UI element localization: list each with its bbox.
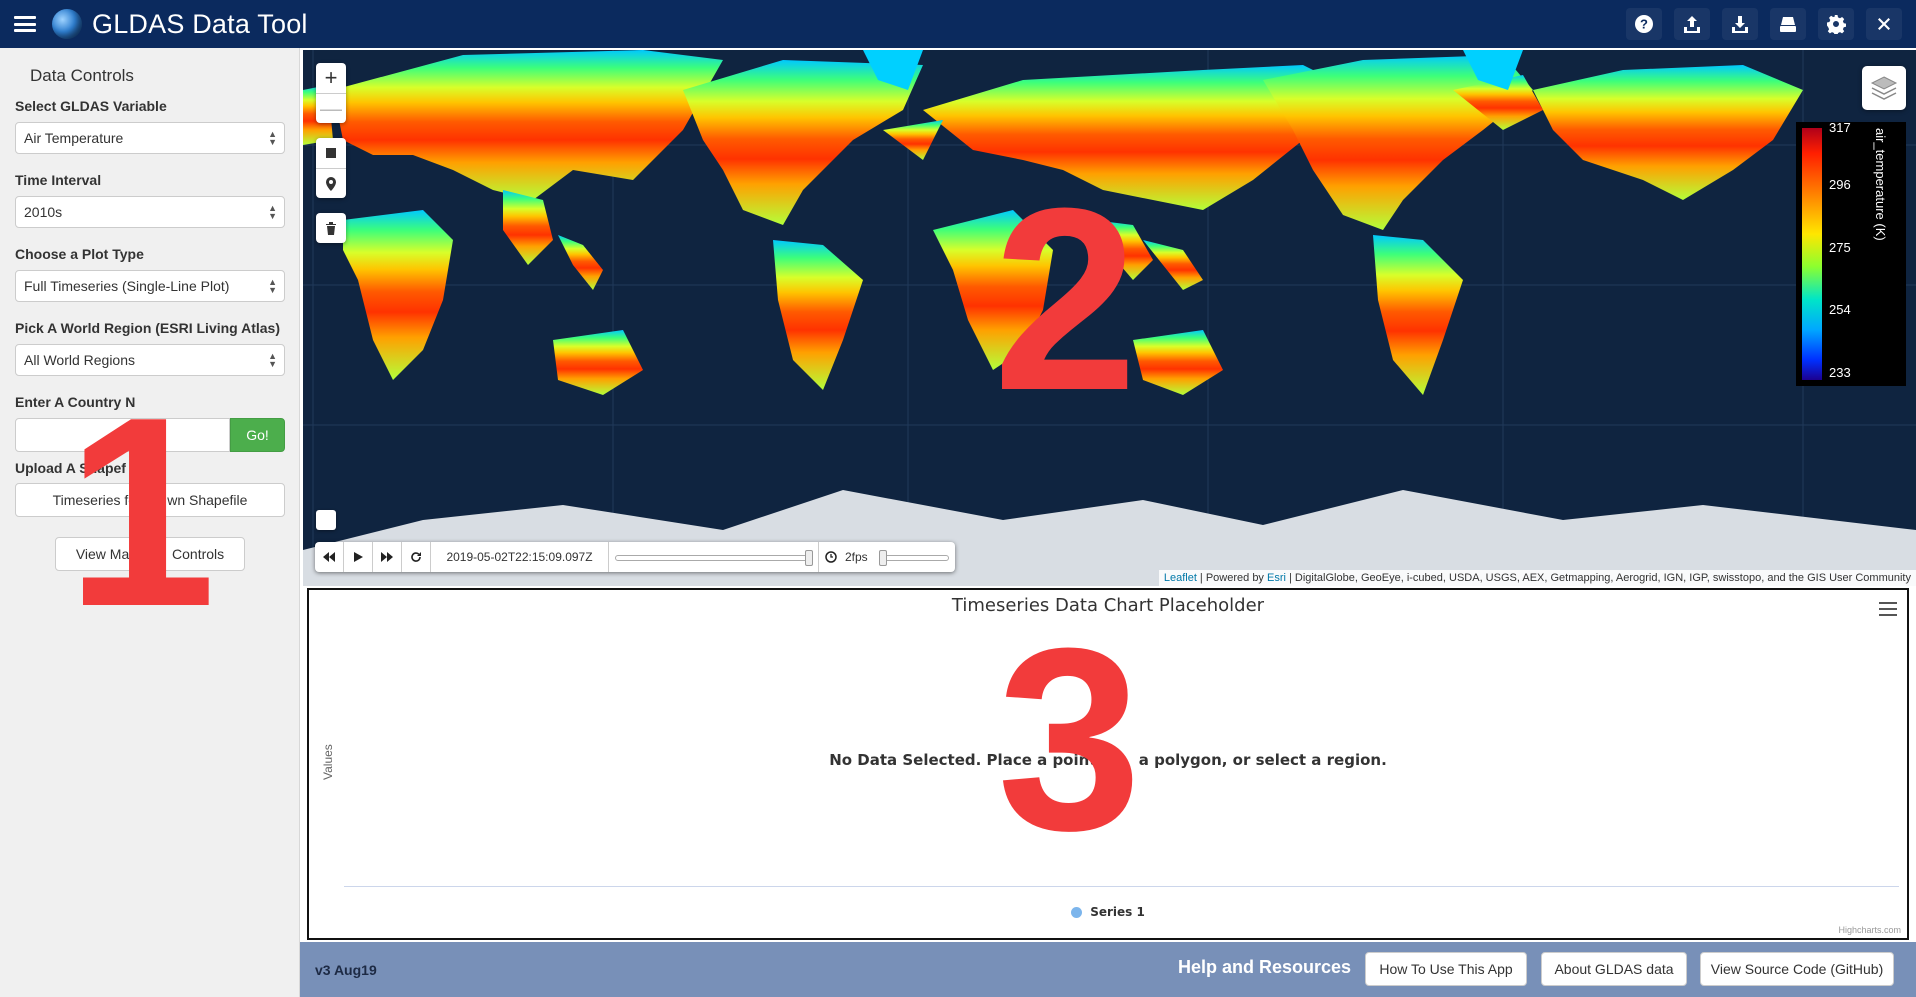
map-attribution: Leaflet | Powered by Esri | DigitalGlobe… <box>1158 570 1916 586</box>
select-arrows-icon: ▲ ▼ <box>268 129 277 147</box>
time-slider[interactable] <box>609 542 819 572</box>
print-button[interactable] <box>1770 8 1806 40</box>
help-resources-title: Help and Resources <box>1178 957 1352 977</box>
upload-button[interactable] <box>1674 8 1710 40</box>
step-backward-button[interactable] <box>315 542 344 572</box>
plot-type-select[interactable]: Full Timeseries (Single-Line Plot) ▲ ▼ <box>15 270 285 302</box>
globe-logo-icon <box>52 9 82 39</box>
help-button[interactable]: ? <box>1626 8 1662 40</box>
app-version: v3 Aug19 <box>315 962 377 978</box>
annotation-number-1: 1 <box>66 362 217 663</box>
timeseries-chart: Timeseries Data Chart Placeholder Values… <box>307 588 1909 940</box>
fps-control: 2fps <box>819 542 955 572</box>
time-dimension-control: 2019-05-02T22:15:09.097Z 2fps <box>315 542 955 572</box>
draw-marker-button[interactable] <box>316 168 346 198</box>
select-arrows-icon: ▲ ▼ <box>268 351 277 369</box>
loop-button[interactable] <box>402 542 431 572</box>
interval-select[interactable]: 2010s ▲ ▼ <box>15 196 285 228</box>
fps-slider-handle[interactable] <box>879 550 887 566</box>
square-icon <box>326 148 336 158</box>
colorbar-gradient <box>1802 128 1822 380</box>
interval-label: Time Interval <box>15 172 102 188</box>
annotation-number-3: 3 <box>997 595 1142 885</box>
zoom-control: + — <box>316 63 346 123</box>
variable-select[interactable]: Air Temperature ▲ ▼ <box>15 122 285 154</box>
header-actions: ? <box>1626 8 1902 40</box>
variable-label: Select GLDAS Variable <box>15 98 167 114</box>
go-button[interactable]: Go! <box>230 418 285 452</box>
play-button[interactable] <box>344 542 373 572</box>
legend-title: air_temperature (K) <box>1873 128 1888 241</box>
plot-type-select-value: Full Timeseries (Single-Line Plot) <box>24 278 230 294</box>
map-pin-icon <box>326 176 336 191</box>
colorbar-legend: 317 296 275 254 233 air_temperature (K) <box>1796 120 1906 386</box>
settings-button[interactable] <box>1818 8 1854 40</box>
draw-rectangle-button[interactable] <box>316 138 346 168</box>
map-small-control[interactable] <box>316 510 336 530</box>
how-to-use-button[interactable]: How To Use This App <box>1365 952 1527 986</box>
panel-title: Data Controls <box>30 66 134 85</box>
attribution-sources: | DigitalGlobe, GeoEye, i-cubed, USDA, U… <box>1285 572 1911 584</box>
series-marker-icon <box>1071 906 1083 918</box>
select-arrows-icon: ▲ ▼ <box>268 203 277 221</box>
settings-icon <box>1827 15 1846 34</box>
variable-select-value: Air Temperature <box>24 130 124 146</box>
interval-select-value: 2010s <box>24 204 63 220</box>
leaflet-link[interactable]: Leaflet <box>1164 572 1197 584</box>
upload-icon <box>1684 16 1700 33</box>
help-icon: ? <box>1635 15 1653 33</box>
download-icon <box>1732 16 1748 33</box>
map-view[interactable]: + — 317 296 275 254 233 air_temperature … <box>303 50 1916 586</box>
time-slider-handle[interactable] <box>805 550 813 566</box>
time-slider-track <box>615 555 812 561</box>
zoom-in-button[interactable]: + <box>316 63 346 93</box>
step-forward-button[interactable] <box>373 542 402 572</box>
chart-context-menu-icon[interactable] <box>1879 602 1897 616</box>
close-icon <box>1878 18 1890 30</box>
clock-icon <box>825 551 837 563</box>
chart-x-axis <box>344 886 1899 887</box>
fps-label: 2fps <box>845 550 868 564</box>
layers-icon <box>1870 76 1898 100</box>
zoom-out-button[interactable]: — <box>316 93 346 123</box>
svg-text:?: ? <box>1640 17 1648 32</box>
highcharts-credits[interactable]: Highcharts.com <box>1838 925 1901 935</box>
legend-tick: 254 <box>1829 302 1851 317</box>
layers-button[interactable] <box>1862 66 1906 110</box>
esri-link[interactable]: Esri <box>1267 572 1286 584</box>
fast-forward-icon <box>381 552 393 562</box>
legend-tick: 296 <box>1829 177 1851 192</box>
annotation-number-2: 2 <box>993 155 1138 445</box>
legend-tick: 317 <box>1829 120 1851 135</box>
plot-type-label: Choose a Plot Type <box>15 246 144 262</box>
region-label: Pick A World Region (ESRI Living Atlas) <box>15 320 280 336</box>
download-button[interactable] <box>1722 8 1758 40</box>
legend-tick: 233 <box>1829 365 1851 380</box>
print-icon <box>1780 17 1796 32</box>
current-time-display: 2019-05-02T22:15:09.097Z <box>431 542 609 572</box>
view-source-button[interactable]: View Source Code (GitHub) <box>1700 952 1894 986</box>
top-navbar: GLDAS Data Tool ? <box>0 0 1916 48</box>
draw-toolbar <box>316 138 346 198</box>
app-title: GLDAS Data Tool <box>92 8 308 39</box>
about-gldas-button[interactable]: About GLDAS data <box>1541 952 1687 986</box>
rewind-icon <box>323 552 335 562</box>
legend-series-label: Series 1 <box>1090 905 1145 919</box>
menu-icon[interactable] <box>14 16 36 32</box>
attribution-powered-by: | Powered by <box>1196 572 1267 584</box>
close-button[interactable] <box>1866 8 1902 40</box>
play-icon <box>354 552 363 562</box>
select-arrows-icon: ▲ ▼ <box>268 277 277 295</box>
delete-shapes-button[interactable] <box>316 213 346 243</box>
footer-bar: v3 Aug19 Help and Resources How To Use T… <box>300 942 1916 997</box>
trash-icon <box>326 222 336 235</box>
legend-tick: 275 <box>1829 240 1851 255</box>
data-controls-panel: Data Controls Select GLDAS Variable Air … <box>0 48 300 997</box>
refresh-icon <box>411 552 421 562</box>
chart-legend-series-1[interactable]: Series 1 <box>309 905 1907 919</box>
fps-slider-track <box>879 555 949 561</box>
